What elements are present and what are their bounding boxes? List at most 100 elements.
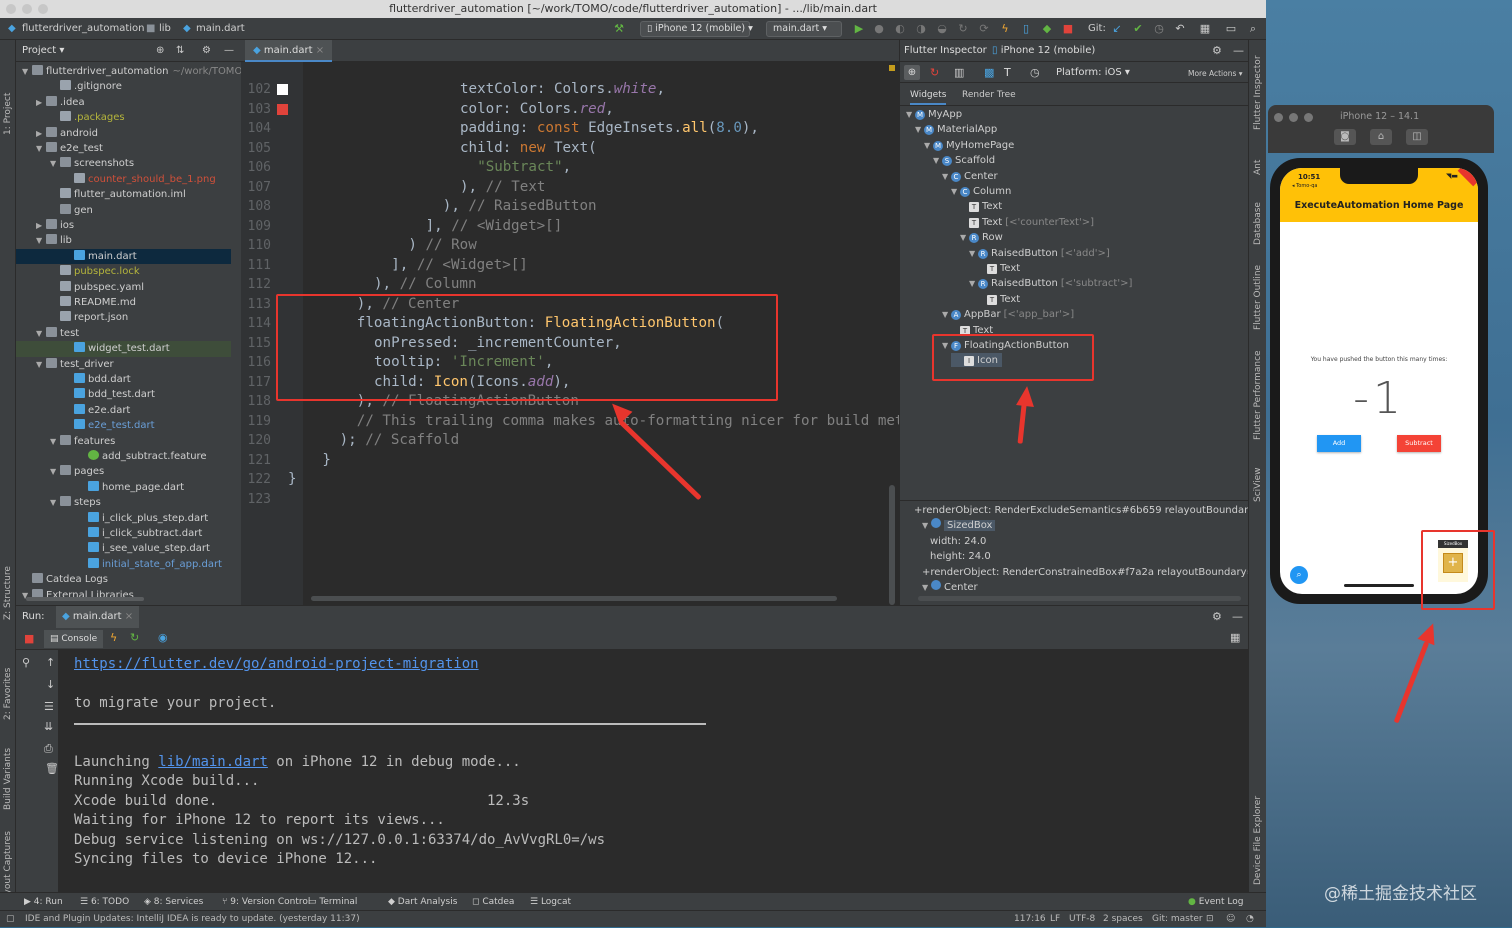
- tree-expand-icon[interactable]: ▼: [22, 64, 32, 79]
- git-history-icon[interactable]: ◷: [1152, 22, 1166, 36]
- collapse-icon[interactable]: ⇅: [176, 40, 184, 62]
- reload-icon[interactable]: ⟳: [977, 22, 991, 36]
- tab-main-dart[interactable]: ◆ main.dart ×: [245, 40, 333, 62]
- structure-tool-tab[interactable]: Z: Structure: [3, 566, 13, 620]
- detail-row[interactable]: width: 24.0: [930, 534, 986, 549]
- tree-item[interactable]: i_see_value_step.dart: [16, 541, 231, 556]
- tree-item[interactable]: i_click_subtract.dart: [16, 526, 231, 541]
- detail-row[interactable]: height: 24.0: [930, 549, 991, 564]
- slow-animations-icon[interactable]: ◷: [1030, 66, 1040, 79]
- bottom-tab[interactable]: ◻ Catdea: [472, 893, 514, 911]
- tree-expand-icon[interactable]: ▼: [36, 233, 46, 248]
- line-separator[interactable]: LF: [1050, 911, 1060, 928]
- tree-item[interactable]: ▶ .idea: [16, 95, 231, 110]
- hammer-icon[interactable]: ⚒: [612, 22, 626, 36]
- breadcrumb-file[interactable]: main.dart: [196, 18, 245, 40]
- profile-icon[interactable]: ◑: [914, 22, 928, 36]
- tab-render-tree[interactable]: Render Tree: [962, 90, 1016, 100]
- tree-item[interactable]: ▼ test_driver: [16, 357, 231, 372]
- hot-restart-icon[interactable]: ↻: [956, 22, 970, 36]
- git-rollback-icon[interactable]: ↶: [1173, 22, 1187, 36]
- devtools-icon[interactable]: ◉: [158, 631, 168, 644]
- event-log-tab[interactable]: ● Event Log: [1188, 893, 1243, 911]
- tree-expand-icon[interactable]: ▼: [922, 518, 931, 533]
- tree-expand-icon[interactable]: ▼: [50, 464, 60, 479]
- hide-icon[interactable]: —: [1233, 44, 1244, 57]
- rotate-icon[interactable]: ◫: [1406, 129, 1428, 145]
- device-file-explorer-tool-tab[interactable]: Device File Explorer: [1253, 796, 1263, 885]
- indent-setting[interactable]: 2 spaces: [1103, 911, 1143, 928]
- memory-icon[interactable]: ◔: [1246, 911, 1254, 928]
- caret-position[interactable]: 117:16: [1014, 911, 1046, 928]
- widget-tree-node[interactable]: ▼ C Column: [951, 184, 1011, 199]
- run-icon[interactable]: ▶: [852, 22, 866, 36]
- platform-selector[interactable]: Platform: iOS ▾: [1056, 67, 1130, 78]
- tree-item[interactable]: ▼ test: [16, 326, 231, 341]
- status-icon[interactable]: ▢: [6, 911, 15, 928]
- gear-icon[interactable]: ⚙: [1212, 44, 1222, 57]
- build-variants-tool-tab[interactable]: Build Variants: [3, 748, 13, 810]
- tree-item[interactable]: ▼ e2e_test: [16, 141, 231, 156]
- detail-row[interactable]: ▼ SizedBox: [922, 518, 996, 533]
- editor-vscrollbar[interactable]: [889, 485, 895, 605]
- tree-item[interactable]: gen: [16, 203, 231, 218]
- zoom-window-button[interactable]: [1304, 113, 1313, 122]
- inspector-device[interactable]: ▯ iPhone 12 (mobile): [992, 45, 1095, 56]
- layout-icon[interactable]: ▦: [1230, 631, 1240, 644]
- widget-tree-node[interactable]: ▼ M MyHomePage: [924, 138, 1014, 153]
- down-arrow-icon[interactable]: ↓: [46, 678, 55, 691]
- close-icon[interactable]: ×: [316, 45, 324, 56]
- flutter-inspector-tool-tab[interactable]: Flutter Inspector: [1253, 55, 1263, 130]
- database-tool-tab[interactable]: Database: [1253, 202, 1263, 245]
- tree-item[interactable]: home_page.dart: [16, 480, 231, 495]
- hide-icon[interactable]: —: [1232, 610, 1243, 623]
- run-config-tab[interactable]: ◆ main.dart ×: [56, 606, 140, 628]
- console-output[interactable]: https://flutter.dev/go/android-project-m…: [58, 650, 1248, 893]
- widget-tree-node[interactable]: ▼ A AppBar [<'app_bar'>]: [942, 307, 1074, 322]
- widget-tree-node[interactable]: T Text [<'counterText'>]: [960, 215, 1094, 230]
- tree-item[interactable]: flutter_automation.iml: [16, 187, 231, 202]
- tree-expand-icon[interactable]: ▼: [924, 138, 933, 153]
- gear-icon[interactable]: ⚙: [1212, 610, 1222, 623]
- detail-row[interactable]: +renderObject: RenderConstrainedBox#f7a2…: [922, 565, 1249, 580]
- tree-item[interactable]: initial_state_of_app.dart: [16, 557, 231, 572]
- bottom-tab[interactable]: ☰ Logcat: [530, 893, 571, 911]
- refresh-tree-icon[interactable]: ↻: [930, 66, 939, 79]
- debug-paint-icon[interactable]: ▩: [984, 66, 994, 79]
- tree-item[interactable]: ▼ lib: [16, 233, 231, 248]
- stop-icon[interactable]: ■: [24, 632, 34, 645]
- tree-expand-icon[interactable]: ▼: [50, 156, 60, 171]
- widget-tree-node[interactable]: ▼ M MaterialApp: [915, 122, 997, 137]
- tree-item[interactable]: ▼ pages: [16, 464, 231, 479]
- android-icon[interactable]: ◆: [1040, 22, 1054, 36]
- stop-icon[interactable]: ■: [1061, 22, 1075, 36]
- git-branch[interactable]: Git: master: [1152, 911, 1203, 928]
- project-tool-tab[interactable]: 1: Project: [3, 93, 13, 135]
- project-view-selector[interactable]: Project: [22, 45, 56, 56]
- tree-item[interactable]: ▼ flutterdriver_automation ~/work/TOMO: [16, 64, 241, 79]
- tree-item[interactable]: e2e_test.dart: [16, 418, 231, 433]
- breadcrumb-lib[interactable]: lib: [159, 18, 171, 40]
- widget-tree-node[interactable]: ▼ S Scaffold: [933, 153, 995, 168]
- subtract-button[interactable]: Subtract: [1397, 435, 1441, 452]
- tree-expand-icon[interactable]: ▼: [36, 326, 46, 341]
- tree-item[interactable]: bdd_test.dart: [16, 387, 231, 402]
- up-arrow-icon[interactable]: ↑: [46, 656, 55, 669]
- inspector-icon[interactable]: ☺: [1226, 911, 1235, 928]
- hot-restart-icon[interactable]: ↻: [130, 631, 139, 644]
- git-update-icon[interactable]: ↙: [1110, 22, 1124, 36]
- tree-item[interactable]: .gitignore: [16, 79, 231, 94]
- tree-expand-icon[interactable]: ▼: [969, 246, 978, 261]
- tree-item[interactable]: ▶ ios: [16, 218, 231, 233]
- scroll-to-end-icon[interactable]: ⇊: [44, 720, 53, 733]
- detail-row[interactable]: +renderObject: RenderExcludeSemantics#6b…: [914, 503, 1249, 518]
- trash-icon[interactable]: 🗑: [45, 762, 59, 775]
- debug-icon[interactable]: ●: [872, 22, 886, 36]
- tree-item[interactable]: ▼ features: [16, 434, 231, 449]
- screenshot-icon[interactable]: ◙: [1334, 129, 1356, 145]
- add-button[interactable]: Add: [1317, 435, 1361, 452]
- widget-tree-node[interactable]: T Text: [960, 199, 1002, 214]
- tree-item[interactable]: widget_test.dart: [16, 341, 231, 357]
- tree-item[interactable]: bdd.dart: [16, 372, 231, 387]
- tab-widgets[interactable]: Widgets: [910, 90, 947, 105]
